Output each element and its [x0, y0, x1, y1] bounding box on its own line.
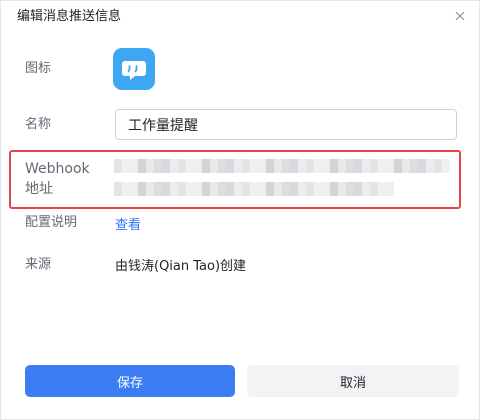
obscured-pixel — [434, 159, 442, 173]
obscured-pixel — [218, 182, 226, 196]
obscured-pixel — [138, 182, 146, 196]
obscured-pixel — [402, 159, 410, 173]
obscured-pixel — [250, 182, 258, 196]
webhook-label-line1: Webhook — [25, 161, 90, 177]
obscured-pixel — [138, 159, 146, 173]
obscured-pixel — [274, 182, 282, 196]
obscured-pixel — [122, 159, 130, 173]
obscured-pixel — [338, 159, 346, 173]
name-label: 名称 — [25, 117, 52, 132]
obscured-pixel — [234, 159, 242, 173]
obscured-pixel — [162, 182, 170, 196]
source-label: 来源 — [25, 257, 52, 272]
obscured-pixel — [202, 159, 210, 173]
obscured-pixel — [362, 182, 370, 196]
obscured-pixel — [154, 159, 162, 173]
obscured-pixel — [170, 182, 178, 196]
obscured-pixel — [322, 182, 330, 196]
obscured-pixel — [114, 159, 122, 173]
view-config-link[interactable]: 查看 — [115, 218, 141, 234]
obscured-pixel — [306, 182, 314, 196]
obscured-pixel — [194, 159, 202, 173]
save-button[interactable]: 保存 — [25, 365, 235, 397]
obscured-pixel — [330, 182, 338, 196]
cancel-button[interactable]: 取消 — [247, 365, 459, 397]
obscured-pixel — [418, 159, 426, 173]
obscured-pixel — [378, 182, 386, 196]
obscured-pixel — [338, 182, 346, 196]
obscured-pixel — [130, 159, 138, 173]
webhook-label-line2: 地址 — [25, 181, 53, 197]
obscured-pixel — [306, 159, 314, 173]
obscured-pixel — [258, 182, 266, 196]
obscured-pixel — [442, 159, 450, 173]
obscured-pixel — [122, 182, 130, 196]
obscured-pixel — [154, 182, 162, 196]
obscured-pixel — [234, 182, 242, 196]
obscured-pixel — [210, 159, 218, 173]
webhook-value-obscured — [114, 159, 450, 173]
obscured-pixel — [362, 159, 370, 173]
obscured-pixel — [282, 182, 290, 196]
obscured-pixel — [266, 182, 274, 196]
obscured-pixel — [346, 159, 354, 173]
obscured-pixel — [226, 182, 234, 196]
obscured-pixel — [146, 159, 154, 173]
obscured-pixel — [290, 182, 298, 196]
edit-push-dialog: 编辑消息推送信息 图标 名称 Webhook 地址 配置说明 查看 来源 由钱涛… — [0, 0, 480, 420]
obscured-pixel — [242, 159, 250, 173]
obscured-pixel — [130, 182, 138, 196]
obscured-pixel — [282, 159, 290, 173]
obscured-pixel — [178, 159, 186, 173]
obscured-pixel — [186, 182, 194, 196]
obscured-pixel — [242, 182, 250, 196]
obscured-pixel — [346, 182, 354, 196]
obscured-pixel — [250, 159, 258, 173]
webhook-label: Webhook 地址 — [25, 159, 90, 199]
obscured-pixel — [386, 182, 394, 196]
obscured-pixel — [298, 159, 306, 173]
obscured-pixel — [218, 159, 226, 173]
obscured-pixel — [186, 159, 194, 173]
webhook-value-obscured — [114, 182, 394, 196]
obscured-pixel — [162, 159, 170, 173]
obscured-pixel — [210, 182, 218, 196]
obscured-pixel — [314, 182, 322, 196]
name-input[interactable] — [115, 109, 457, 140]
obscured-pixel — [386, 159, 394, 173]
source-value: 由钱涛(Qian Tao)创建 — [115, 259, 247, 274]
obscured-pixel — [330, 159, 338, 173]
obscured-pixel — [258, 159, 266, 173]
obscured-pixel — [354, 159, 362, 173]
config-label: 配置说明 — [25, 215, 78, 230]
dialog-title: 编辑消息推送信息 — [17, 9, 122, 24]
obscured-pixel — [194, 182, 202, 196]
obscured-pixel — [226, 159, 234, 173]
app-icon[interactable] — [113, 48, 155, 90]
obscured-pixel — [290, 159, 298, 173]
obscured-pixel — [354, 182, 362, 196]
obscured-pixel — [170, 159, 178, 173]
obscured-pixel — [322, 159, 330, 173]
close-icon[interactable] — [451, 7, 469, 25]
obscured-pixel — [114, 182, 122, 196]
obscured-pixel — [314, 159, 322, 173]
obscured-pixel — [202, 182, 210, 196]
obscured-pixel — [394, 159, 402, 173]
icon-label: 图标 — [25, 61, 52, 76]
obscured-pixel — [274, 159, 282, 173]
obscured-pixel — [298, 182, 306, 196]
obscured-pixel — [370, 182, 378, 196]
obscured-pixel — [266, 159, 274, 173]
obscured-pixel — [370, 159, 378, 173]
obscured-pixel — [426, 159, 434, 173]
chat-bubble-icon — [122, 61, 146, 80]
obscured-pixel — [146, 182, 154, 196]
obscured-pixel — [178, 182, 186, 196]
obscured-pixel — [378, 159, 386, 173]
obscured-pixel — [410, 159, 418, 173]
